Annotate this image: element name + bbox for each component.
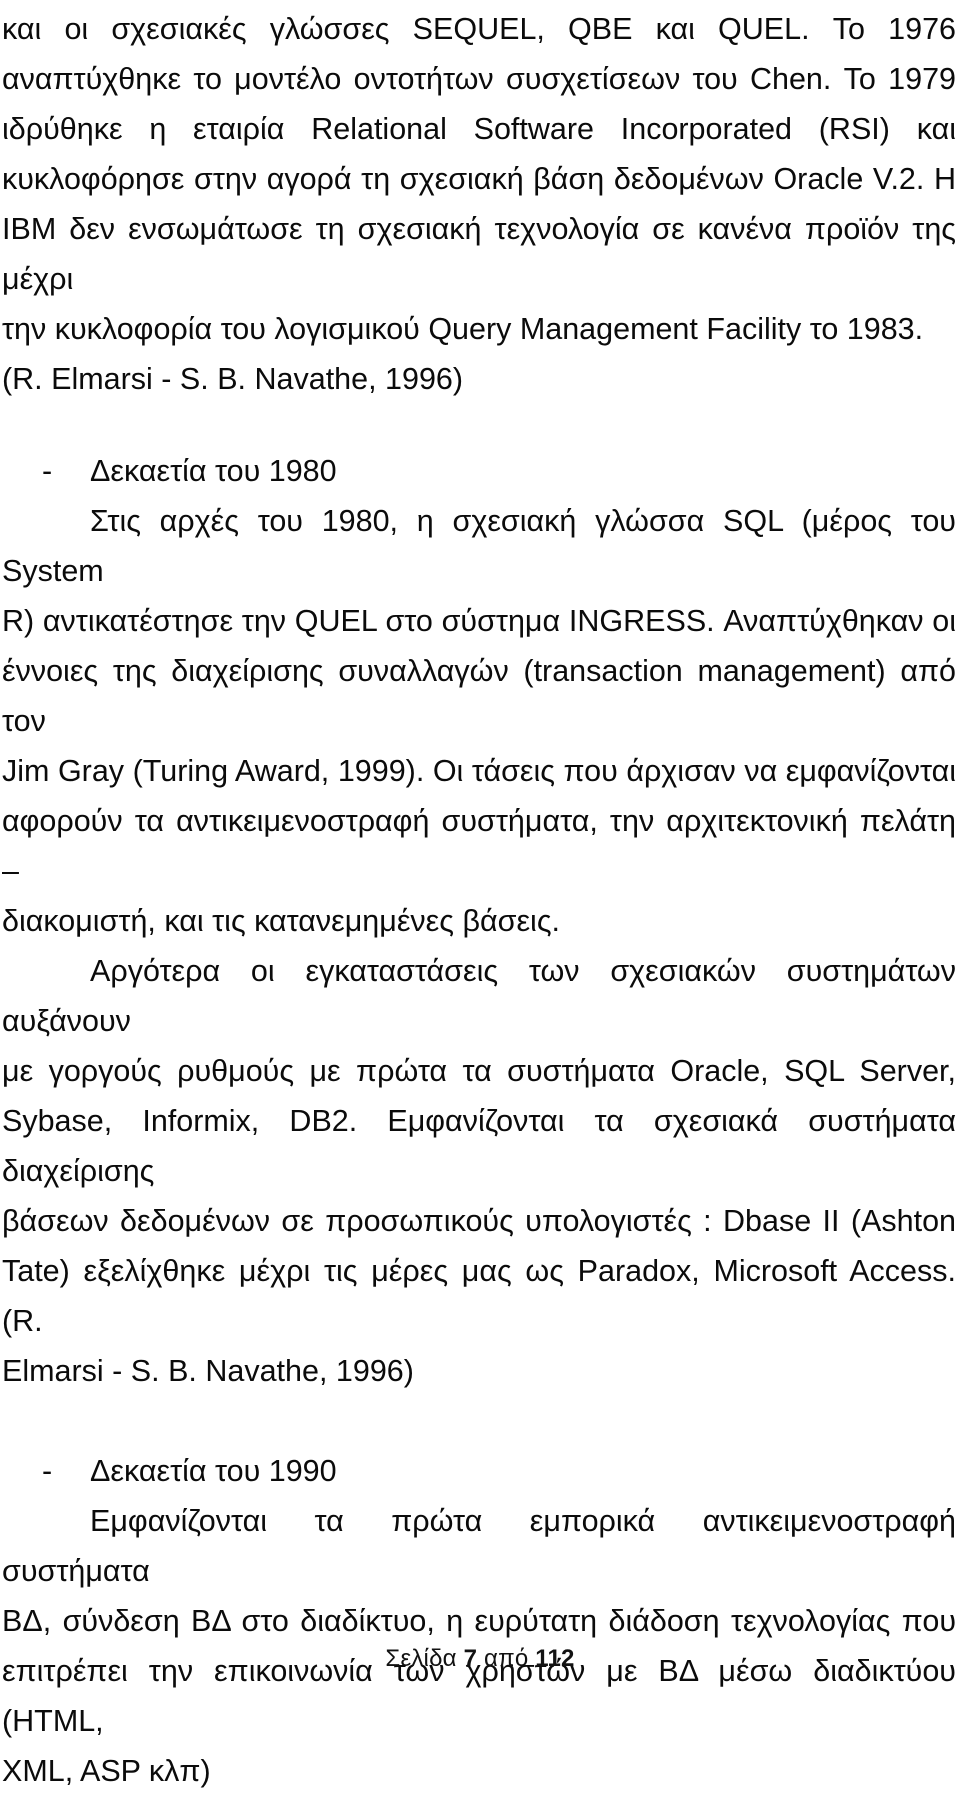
- text-line: Εμφανίζονται τα πρώτα εμπορικά αντικειμε…: [2, 1504, 956, 1588]
- text-line: Αργότερα οι εγκαταστάσεις των σχεσιακών …: [2, 954, 956, 1038]
- footer-total-pages: 112: [535, 1645, 575, 1672]
- text-line: XML, ASP κλπ): [2, 1754, 211, 1788]
- text-line: με γοργούς ρυθμούς με πρώτα τα συστήματα…: [2, 1054, 956, 1088]
- document-page: και οι σχεσιακές γλώσσες SEQUEL, QBE και…: [0, 0, 960, 1788]
- citation-line: Elmarsi - S. B. Navathe, 1996): [2, 1354, 414, 1388]
- bullet-dash-icon: -: [42, 1454, 53, 1488]
- footer-current-page: 7: [463, 1645, 478, 1672]
- text-line: έννοιες της διαχείρισης συναλλαγών (tran…: [2, 654, 956, 738]
- footer-middle: από: [477, 1645, 536, 1672]
- bullet-item-1980s: - Δεκαετία του 1980: [2, 446, 956, 496]
- paragraph-1980s-sql: Στις αρχές του 1980, η σχεσιακή γλώσσα S…: [2, 496, 956, 946]
- bullet-label-1980s: Δεκαετία του 1980: [90, 454, 337, 488]
- text-line: Στις αρχές του 1980, η σχεσιακή γλώσσα S…: [2, 504, 956, 588]
- text-line: την κυκλοφορία του λογισμικού Query Mana…: [2, 312, 924, 346]
- footer-prefix: Σελίδα: [385, 1645, 464, 1672]
- text-line: ΒΔ, σύνδεση ΒΔ στο διαδίκτυο, η ευρύτατη…: [2, 1604, 956, 1638]
- text-line: ιδρύθηκε η εταιρία Relational Software I…: [2, 112, 956, 146]
- page-text-column: και οι σχεσιακές γλώσσες SEQUEL, QBE και…: [2, 0, 956, 1796]
- text-line: Sybase, Informix, DB2. Εμφανίζονται τα σ…: [2, 1104, 956, 1188]
- page-footer: Σελίδα 7 από 112: [0, 1645, 960, 1673]
- paragraph-history-1970s: και οι σχεσιακές γλώσσες SEQUEL, QBE και…: [2, 0, 956, 404]
- paragraph-rdbms-growth: Αργότερα οι εγκαταστάσεις των σχεσιακών …: [2, 946, 956, 1396]
- text-line: IBM δεν ενσωμάτωσε τη σχεσιακή τεχνολογί…: [2, 212, 956, 296]
- text-line: Tate) εξελίχθηκε μέχρι τις μέρες μας ως …: [2, 1254, 956, 1338]
- text-line: και οι σχεσιακές γλώσσες SEQUEL, QBE και…: [2, 12, 956, 46]
- text-line: αφορούν τα αντικειμενοστραφή συστήματα, …: [2, 804, 956, 888]
- text-line: Jim Gray (Turing Award, 1999). Οι τάσεις…: [2, 754, 956, 788]
- text-line: βάσεων δεδομένων σε προσωπικούς υπολογισ…: [2, 1204, 956, 1238]
- text-line: κυκλοφόρησε στην αγορά τη σχεσιακή βάση …: [2, 162, 956, 196]
- bullet-dash-icon: -: [42, 454, 53, 488]
- bullet-label-1990s: Δεκαετία του 1990: [90, 1454, 337, 1488]
- bullet-item-1990s: - Δεκαετία του 1990: [2, 1446, 956, 1496]
- text-line: R) αντικατέστησε την QUEL στο σύστημα IN…: [2, 604, 956, 638]
- text-line: διακομιστή, και τις κατανεμημένες βάσεις…: [2, 904, 560, 938]
- text-line: αναπτύχθηκε το μοντέλο οντοτήτων συσχετί…: [2, 62, 956, 96]
- citation-line: (R. Elmarsi - S. B. Navathe, 1996): [2, 362, 464, 396]
